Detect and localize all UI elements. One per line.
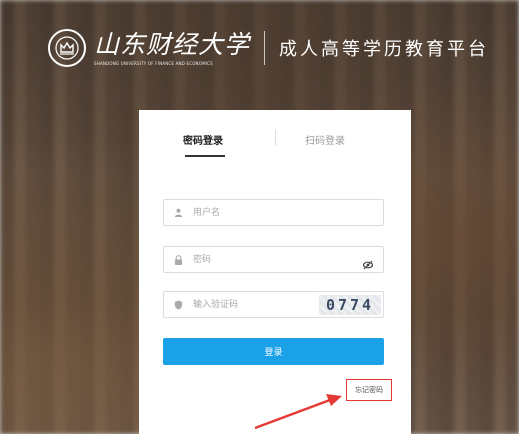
- login-card: 密码登录 扫码登录 0774 登录 忘记密码: [139, 110, 411, 434]
- active-tab-indicator: [185, 155, 225, 157]
- university-name: 山东财经大学 SHANDONG UNIVERSITY OF FINANCE AN…: [94, 30, 250, 66]
- university-name-en: SHANDONG UNIVERSITY OF FINANCE AND ECONO…: [94, 61, 213, 66]
- site-header: 山东财经大学 SHANDONG UNIVERSITY OF FINANCE AN…: [48, 26, 489, 70]
- lock-icon: [173, 254, 183, 265]
- shield-icon: [173, 300, 183, 310]
- eye-icon[interactable]: [362, 255, 374, 270]
- user-icon: [173, 208, 183, 218]
- tab-scan-login[interactable]: 扫码登录: [305, 132, 345, 147]
- tab-password-login[interactable]: 密码登录: [183, 132, 223, 147]
- username-field[interactable]: [163, 199, 384, 226]
- password-input[interactable]: [191, 253, 345, 266]
- password-field[interactable]: [163, 246, 384, 273]
- username-input[interactable]: [191, 206, 345, 219]
- university-name-cn: 山东财经大学: [94, 30, 251, 59]
- login-tabs: 密码登录 扫码登录: [139, 110, 411, 160]
- captcha-image[interactable]: 0774: [319, 295, 381, 315]
- forgot-password-link[interactable]: 忘记密码: [346, 379, 392, 401]
- platform-title: 成人高等学历教育平台: [279, 39, 490, 60]
- login-button[interactable]: 登录: [163, 338, 384, 365]
- captcha-field[interactable]: 0774: [163, 291, 384, 318]
- university-emblem-icon: [48, 29, 86, 67]
- tab-separator: [275, 130, 276, 146]
- header-divider: [264, 31, 266, 65]
